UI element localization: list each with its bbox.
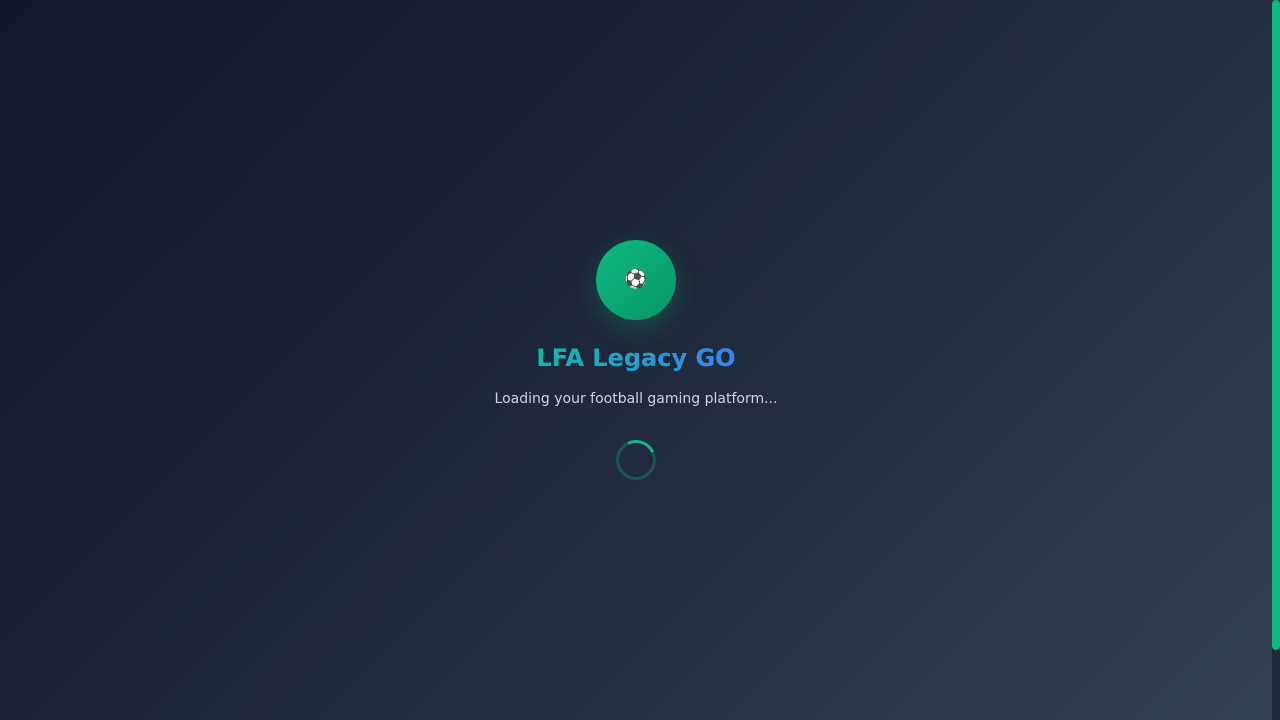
app-title-text: LFA Legacy GO (536, 344, 736, 372)
loading-message: Loading your football gaming platform... (494, 391, 778, 407)
loading-spinner-icon (610, 434, 662, 486)
app-title: LFA Legacy GO (0, 342, 1272, 374)
loading-screen: ⚽ LFA Legacy GO Loading your football ga… (0, 0, 1272, 720)
scrollbar[interactable] (1272, 0, 1280, 720)
soccer-ball-icon: ⚽ (624, 269, 648, 290)
app-logo: ⚽ (596, 240, 676, 320)
scrollbar-thumb[interactable] (1272, 0, 1280, 650)
